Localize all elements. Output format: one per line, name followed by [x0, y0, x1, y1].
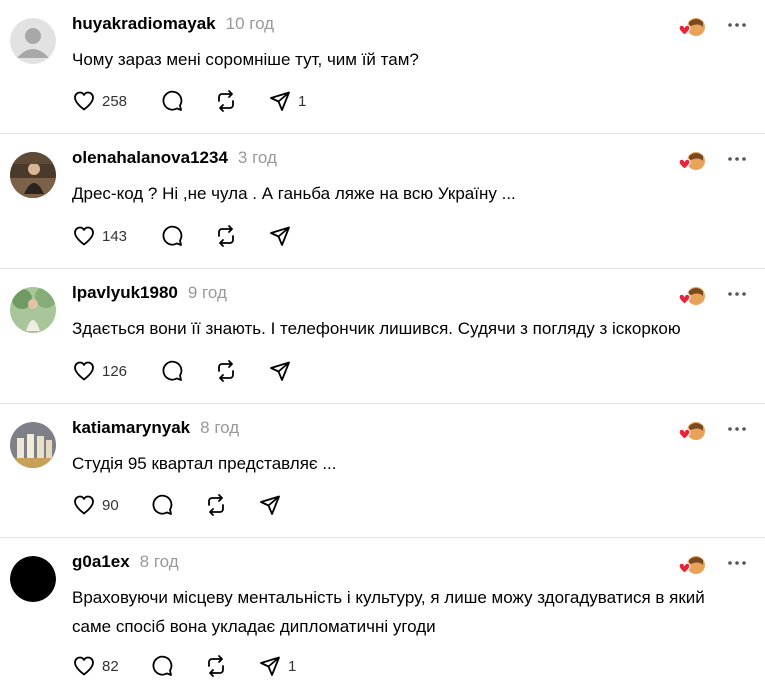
- comment-button[interactable]: [150, 491, 204, 519]
- like-count: 258: [102, 92, 128, 110]
- repost-button[interactable]: [214, 222, 268, 250]
- post-text: Дрес-код ? Ні ,не чула . А ганьба ляже н…: [72, 184, 516, 203]
- post-header: lpavlyuk1980 9 год: [72, 283, 227, 303]
- like-count: 143: [102, 227, 128, 245]
- share-button[interactable]: [258, 491, 288, 519]
- reply-post: lpavlyuk1980 9 год Здається вони її знаю…: [0, 269, 765, 404]
- timestamp[interactable]: 8 год: [200, 418, 239, 438]
- timestamp[interactable]: 9 год: [188, 283, 227, 303]
- heart-icon: [74, 226, 94, 246]
- timestamp[interactable]: 3 год: [238, 148, 277, 168]
- reply-post: g0a1ex 8 год Враховуючи місцеву ментальн…: [0, 538, 765, 696]
- author-liked-avatar-icon: [676, 285, 708, 309]
- post-header: katiamarynyak 8 год: [72, 418, 239, 438]
- send-icon: [270, 226, 290, 246]
- share-button[interactable]: 1: [268, 87, 306, 115]
- comment-bubble-icon: [152, 655, 173, 676]
- reply-post: olenahalanova1234 3 год Дрес-код ? Ні ,н…: [0, 134, 765, 269]
- send-icon: [270, 91, 290, 111]
- repost-button[interactable]: [214, 357, 268, 385]
- author-liked-avatar-icon: [676, 420, 708, 444]
- post-actions: 258 1: [72, 87, 306, 115]
- black-avatar[interactable]: [10, 556, 56, 602]
- comment-bubble-icon: [162, 360, 183, 381]
- reply-post: huyakradiomayak 10 год Чому зараз мені с…: [0, 0, 765, 134]
- like-button[interactable]: 258: [72, 87, 160, 115]
- like-button[interactable]: 82: [72, 652, 150, 680]
- more-horizontal-icon[interactable]: [726, 283, 748, 305]
- user-photo-avatar[interactable]: [10, 422, 56, 468]
- like-button[interactable]: 126: [72, 357, 160, 385]
- more-horizontal-icon[interactable]: [726, 418, 748, 440]
- like-count: 90: [102, 496, 119, 514]
- heart-icon: [74, 495, 94, 515]
- reply-post: katiamarynyak 8 год Студія 95 квартал пр…: [0, 404, 765, 538]
- comment-button[interactable]: [160, 357, 214, 385]
- author-liked-avatar-icon: [676, 150, 708, 174]
- heart-icon: [74, 91, 94, 111]
- post-actions: 90: [72, 491, 288, 519]
- user-photo-avatar[interactable]: [10, 152, 56, 198]
- more-horizontal-icon[interactable]: [726, 14, 748, 36]
- send-icon: [270, 361, 290, 381]
- send-icon: [260, 495, 280, 515]
- user-photo-avatar[interactable]: [10, 287, 56, 333]
- author-liked-avatar-icon: [676, 554, 708, 578]
- comment-bubble-icon: [152, 494, 173, 515]
- comment-button[interactable]: [150, 652, 204, 680]
- like-count: 82: [102, 657, 119, 675]
- more-horizontal-icon[interactable]: [726, 552, 748, 574]
- post-text: Враховуючи місцеву ментальність і культу…: [72, 588, 705, 636]
- timestamp[interactable]: 8 год: [140, 552, 179, 572]
- post-header: huyakradiomayak 10 год: [72, 14, 274, 34]
- comment-bubble-icon: [162, 225, 183, 246]
- repost-button[interactable]: [214, 87, 268, 115]
- username[interactable]: katiamarynyak: [72, 418, 190, 438]
- repost-icon: [218, 225, 234, 247]
- send-icon: [260, 656, 280, 676]
- repost-icon: [218, 90, 234, 112]
- heart-icon: [74, 361, 94, 381]
- timestamp[interactable]: 10 год: [226, 14, 274, 34]
- comment-button[interactable]: [160, 87, 214, 115]
- share-count: 1: [288, 657, 297, 675]
- comment-bubble-icon: [162, 90, 183, 111]
- default-avatar-icon[interactable]: [10, 18, 56, 64]
- post-text: Студія 95 квартал представляє ...: [72, 454, 337, 473]
- username[interactable]: lpavlyuk1980: [72, 283, 178, 303]
- repost-icon: [208, 655, 224, 677]
- comment-button[interactable]: [160, 222, 214, 250]
- post-actions: 143: [72, 222, 298, 250]
- replies-feed: huyakradiomayak 10 год Чому зараз мені с…: [0, 0, 765, 696]
- post-actions: 82 1: [72, 652, 296, 680]
- post-actions: 126: [72, 357, 298, 385]
- repost-button[interactable]: [204, 491, 258, 519]
- post-text: Здається вони її знають. І телефончик ли…: [72, 319, 681, 338]
- username[interactable]: g0a1ex: [72, 552, 130, 572]
- post-header: g0a1ex 8 год: [72, 552, 179, 572]
- repost-icon: [208, 494, 224, 516]
- post-text: Чому зараз мені соромніше тут, чим їй та…: [72, 50, 419, 69]
- like-button[interactable]: 90: [72, 491, 150, 519]
- share-count: 1: [298, 92, 307, 110]
- share-button[interactable]: [268, 357, 298, 385]
- post-header: olenahalanova1234 3 год: [72, 148, 277, 168]
- author-liked-avatar-icon: [676, 16, 708, 40]
- repost-icon: [218, 360, 234, 382]
- username[interactable]: olenahalanova1234: [72, 148, 228, 168]
- share-button[interactable]: 1: [258, 652, 296, 680]
- heart-icon: [74, 656, 94, 676]
- username[interactable]: huyakradiomayak: [72, 14, 216, 34]
- like-button[interactable]: 143: [72, 222, 160, 250]
- repost-button[interactable]: [204, 652, 258, 680]
- more-horizontal-icon[interactable]: [726, 148, 748, 170]
- share-button[interactable]: [268, 222, 298, 250]
- like-count: 126: [102, 362, 128, 380]
